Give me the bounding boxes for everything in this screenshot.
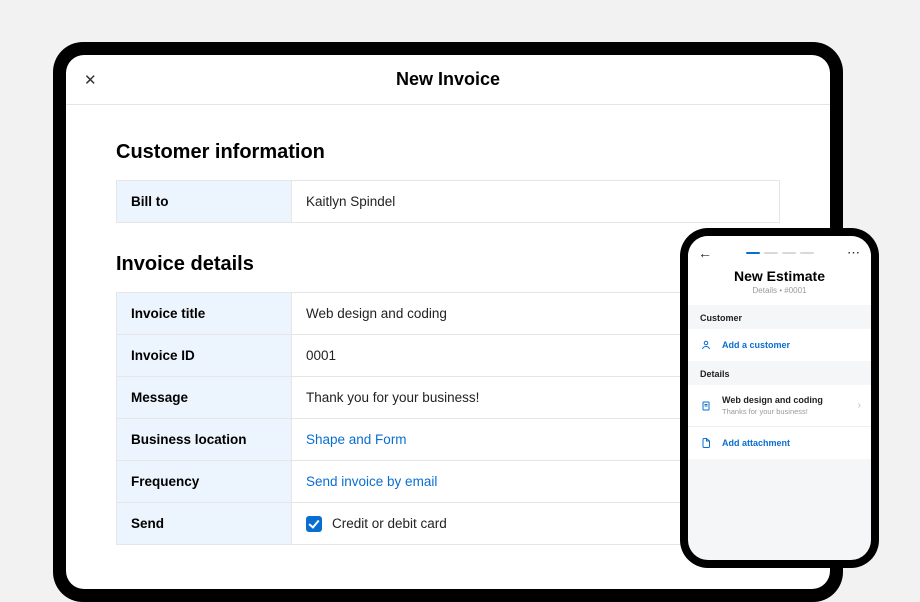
- close-icon[interactable]: ✕: [84, 71, 104, 89]
- progress-step-active: [746, 252, 760, 255]
- progress-step: [800, 252, 814, 255]
- credit-debit-label: Credit or debit card: [332, 516, 447, 531]
- add-attachment-row[interactable]: Add attachment: [688, 426, 871, 459]
- phone-header: ← ⋯ New Estimate Details • #0001: [688, 236, 871, 305]
- detail-item-row[interactable]: Web design and coding Thanks for your bu…: [688, 385, 871, 426]
- send-label: Send: [117, 503, 292, 545]
- phone-screen: ← ⋯ New Estimate Details • #0001 Custome…: [688, 236, 871, 560]
- customer-info-heading: Customer information: [116, 141, 780, 164]
- attachment-icon: [700, 437, 712, 449]
- phone-page-subtitle: Details • #0001: [698, 286, 861, 295]
- page-title: New Invoice: [66, 69, 830, 90]
- add-attachment-label: Add attachment: [722, 438, 790, 448]
- more-menu-icon[interactable]: ⋯: [847, 245, 861, 261]
- progress-step: [782, 252, 796, 255]
- credit-debit-checkbox[interactable]: [306, 516, 322, 532]
- bill-to-value[interactable]: Kaitlyn Spindel: [292, 181, 780, 223]
- table-row: Bill to Kaitlyn Spindel: [117, 181, 780, 223]
- chevron-right-icon: ›: [858, 400, 861, 411]
- progress-indicator: [746, 252, 814, 255]
- add-customer-row[interactable]: Add a customer: [688, 329, 871, 361]
- customer-info-table: Bill to Kaitlyn Spindel: [116, 180, 780, 223]
- invoice-title-label: Invoice title: [117, 293, 292, 335]
- details-card: Web design and coding Thanks for your bu…: [688, 385, 871, 459]
- message-label: Message: [117, 377, 292, 419]
- detail-item-title: Web design and coding: [722, 395, 823, 405]
- progress-step: [764, 252, 778, 255]
- details-section-header: Details: [688, 361, 871, 385]
- business-location-label: Business location: [117, 419, 292, 461]
- detail-item-subtitle: Thanks for your business!: [722, 407, 823, 416]
- frequency-label: Frequency: [117, 461, 292, 503]
- person-icon: [700, 339, 712, 351]
- phone-device-frame: ← ⋯ New Estimate Details • #0001 Custome…: [680, 228, 879, 568]
- phone-page-title: New Estimate: [698, 268, 861, 284]
- customer-section-header: Customer: [688, 305, 871, 329]
- business-location-link[interactable]: Shape and Form: [306, 432, 407, 447]
- bill-to-label: Bill to: [117, 181, 292, 223]
- frequency-link[interactable]: Send invoice by email: [306, 474, 437, 489]
- document-icon: [700, 400, 712, 412]
- tablet-header: ✕ New Invoice: [66, 55, 830, 105]
- add-customer-label: Add a customer: [722, 340, 790, 350]
- invoice-id-label: Invoice ID: [117, 335, 292, 377]
- back-arrow-icon[interactable]: ←: [698, 246, 712, 260]
- customer-card: Add a customer: [688, 329, 871, 361]
